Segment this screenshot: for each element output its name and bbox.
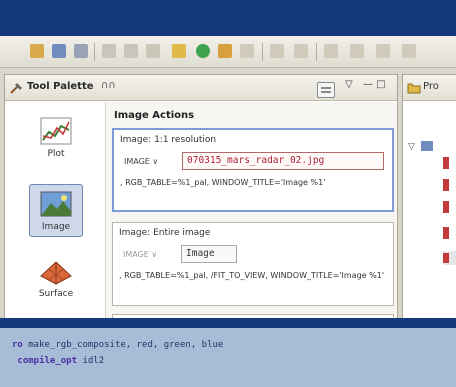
action-card-params: , RGB_TABLE=%1_pal, /FIT_TO_VIEW, WINDOW…	[119, 271, 385, 280]
top-banner	[0, 0, 456, 36]
action-card-image-1to1[interactable]: Image: 1:1 resolution IMAGE ∨ 070315_mar…	[112, 128, 394, 212]
action-card-image-entire[interactable]: Image: Entire image IMAGE ∨ Image , RGB_…	[112, 222, 394, 306]
view-toggle-button[interactable]	[317, 82, 335, 98]
action-card-title: Image: Entire image	[119, 228, 211, 238]
code-snippet: ro make_rgb_composite, red, green, blue …	[0, 328, 456, 387]
code-keyword: compile_opt	[12, 356, 78, 366]
new-icon[interactable]	[30, 44, 44, 58]
code-text: make_rgb_composite, red, green, blue	[22, 340, 224, 350]
category-image-label: Image	[41, 222, 71, 232]
image-param-label[interactable]: IMAGE ∨	[124, 157, 158, 166]
project-icon	[407, 83, 421, 94]
nav-back-icon[interactable]	[350, 44, 364, 58]
minimize-maximize-icon[interactable]: — □	[363, 79, 386, 90]
action-card-title: Image: 1:1 resolution	[120, 135, 217, 145]
category-surface-label: Surface	[38, 289, 74, 299]
toolbar-separator	[262, 43, 263, 61]
code-line-2: compile_opt idl2	[12, 356, 104, 366]
project-folder-icon[interactable]	[421, 141, 433, 151]
file-marker-icon	[443, 227, 449, 239]
code-text: idl2	[77, 356, 105, 366]
nav-forward-icon[interactable]	[376, 44, 390, 58]
close-tab-icon[interactable]: ∩∩	[101, 80, 116, 91]
paste-icon[interactable]	[146, 44, 160, 58]
file-marker-icon	[443, 201, 449, 213]
file-marker-icon	[443, 157, 449, 169]
copy-icon[interactable]	[124, 44, 138, 58]
resume-icon[interactable]	[294, 44, 308, 58]
nav-menu-icon[interactable]	[402, 44, 416, 58]
category-image[interactable]: Image	[29, 184, 83, 237]
stop-icon[interactable]	[270, 44, 284, 58]
code-keyword: ro	[12, 340, 23, 350]
file-marker-icon	[443, 253, 449, 263]
open-folder-icon[interactable]	[172, 44, 186, 58]
project-tree: ▽	[408, 141, 456, 265]
file-marker-icon	[443, 179, 449, 191]
workbench: Tool Palette ∩∩ ▽ — □ Plot Image Surface…	[0, 68, 456, 348]
action-card-params: , RGB_TABLE=%1_pal, WINDOW_TITLE='Image …	[120, 178, 326, 187]
view-list-icon	[321, 87, 331, 93]
tool-palette-view: Tool Palette ∩∩ ▽ — □ Plot Image Surface…	[4, 74, 398, 348]
surface-icon	[40, 261, 72, 285]
code-band-top-rule	[0, 318, 456, 328]
image-param-field[interactable]: Image	[181, 245, 237, 263]
category-surface[interactable]: Surface	[29, 256, 83, 299]
project-view-header: Pro	[403, 75, 456, 101]
print-icon[interactable]	[74, 44, 88, 58]
category-list: Plot Image Surface	[5, 102, 105, 348]
tool-palette-title[interactable]: Tool Palette	[27, 81, 94, 92]
image-icon	[40, 191, 72, 217]
main-toolbar	[0, 36, 456, 68]
actions-panel: Image Actions Image: 1:1 resolution IMAG…	[105, 102, 397, 321]
code-line-1: ro make_rgb_composite, red, green, blue	[12, 340, 223, 350]
tool-palette-header: Tool Palette ∩∩ ▽ — □	[5, 75, 397, 101]
actions-heading: Image Actions	[114, 110, 195, 121]
category-plot[interactable]: Plot	[29, 116, 83, 159]
toolbar-separator	[94, 43, 95, 61]
cut-icon[interactable]	[102, 44, 116, 58]
save-icon[interactable]	[52, 44, 66, 58]
project-view: Pro ▽	[402, 74, 456, 322]
toolbar-separator	[316, 43, 317, 61]
search-icon[interactable]	[324, 44, 338, 58]
tool-palette-icon	[10, 83, 22, 94]
view-menu-icon[interactable]: ▽	[345, 79, 353, 90]
image-param-label[interactable]: IMAGE ∨	[123, 250, 157, 259]
category-plot-label: Plot	[47, 149, 65, 159]
step-icon[interactable]	[240, 44, 254, 58]
image-param-field[interactable]: 070315_mars_radar_02.jpg	[182, 152, 384, 170]
tree-expand-icon[interactable]: ▽	[408, 142, 415, 152]
run-icon[interactable]	[196, 44, 210, 58]
debug-icon[interactable]	[218, 44, 232, 58]
plot-icon	[40, 117, 72, 145]
project-view-title[interactable]: Pro	[423, 81, 439, 92]
